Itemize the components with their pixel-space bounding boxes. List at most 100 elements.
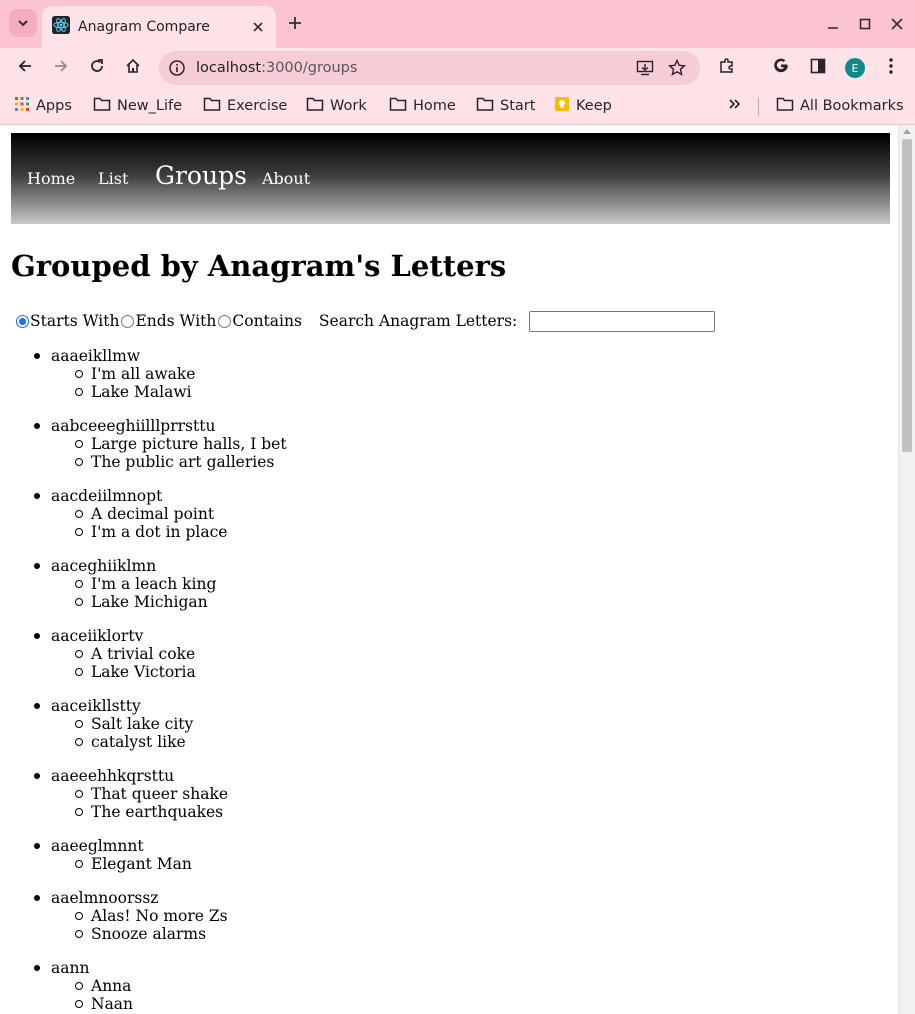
folder-icon [306, 96, 324, 116]
anagram-word-list: A decimal point I'm a dot in place [51, 505, 287, 541]
anagram-word: Large picture halls, I bet [75, 435, 287, 453]
search-input[interactable] [529, 310, 716, 332]
profile-button[interactable]: E [843, 56, 867, 80]
minimize-icon [827, 15, 839, 34]
reload-button[interactable] [85, 56, 109, 80]
nav-about-link[interactable]: About [262, 169, 310, 188]
anagram-word: The earthquakes [75, 803, 287, 821]
kebab-menu-icon [888, 57, 894, 79]
bookmark-label: Start [500, 98, 536, 114]
page-viewport: Home List Groups About Grouped by Anagra… [0, 125, 915, 1014]
forward-button[interactable] [49, 56, 73, 80]
group-key: aaeeehhkqrsttu [51, 767, 175, 785]
maximize-button[interactable] [855, 14, 875, 34]
ends-with-radio[interactable] [121, 314, 135, 328]
install-app-icon[interactable] [636, 59, 654, 77]
group-key: aaelmnoorssz [51, 889, 159, 907]
starts-with-radio[interactable] [16, 314, 29, 328]
anagram-word: The public art galleries [75, 453, 287, 471]
anagram-word: I'm a dot in place [75, 523, 287, 541]
home-button[interactable] [121, 56, 145, 80]
folder-icon [203, 96, 221, 116]
new-tab-button[interactable] [284, 13, 306, 35]
scroll-up-arrow[interactable] [903, 129, 911, 134]
anagram-group: aaceghiiklmn I'm a leach king Lake Michiga… [34, 557, 287, 611]
anagram-word-list: Elegant Man [51, 855, 287, 873]
ends-with-label: Ends With [135, 312, 217, 330]
bookmark-apps[interactable]: Apps [14, 94, 72, 118]
anagram-group: aaeeehhkqrsttu That queer shake The earthq… [34, 767, 287, 821]
home-icon [125, 58, 141, 78]
side-panel-button[interactable] [806, 56, 830, 80]
nav-list-link[interactable]: List [98, 169, 128, 188]
address-bar[interactable]: localhost:3000/groups [159, 51, 700, 85]
anagram-group: aacdeiilmnopt A decimal point I'm a dot in… [34, 487, 287, 541]
anagram-group: aaelmnoorssz Alas! No more Zs Snooze alarm… [34, 889, 287, 943]
search-label: Search Anagram Letters: [318, 312, 518, 330]
anagram-word-list: That queer shake The earthquakes [51, 785, 287, 821]
site-nav: Home List Groups About [11, 133, 890, 224]
scroll-thumb[interactable] [902, 139, 912, 452]
url-text: localhost:3000/groups [196, 60, 636, 76]
bookmark-label: All Bookmarks [800, 98, 904, 114]
bookmark-home[interactable]: Home [389, 94, 456, 118]
anagram-group: aaeeglmnnt Elegant Man [34, 837, 287, 873]
contains-label: Contains [232, 312, 302, 330]
nav-groups-link[interactable]: Groups [155, 161, 247, 190]
page-title: Grouped by Anagram's Letters [11, 249, 507, 283]
all-bookmarks-button[interactable]: All Bookmarks [776, 94, 904, 118]
anagram-group: aaaeikllmw I'm all awake Lake Malawi [34, 347, 287, 401]
anagram-group: aabceeeghiilllprrsttu Large picture halls… [34, 417, 287, 471]
puzzle-icon [718, 57, 736, 79]
anagram-word: Salt lake city [75, 715, 287, 733]
bookmarks-divider [758, 98, 759, 116]
anagram-word-list: Alas! No more Zs Snooze alarms [51, 907, 287, 943]
menu-button[interactable] [879, 56, 903, 80]
anagram-word-list: I'm all awake Lake Malawi [51, 365, 287, 401]
browser-chrome: Anagram Compare localhost:3000/groups E … [0, 0, 915, 125]
arrow-left-icon [17, 58, 33, 78]
anagram-word: A trivial coke [75, 645, 287, 663]
bookmark-new-life[interactable]: New_Life [93, 94, 182, 118]
bookmarks-bar: Apps New_Life Exercise Work Home Start K… [0, 88, 915, 125]
folder-icon [476, 96, 494, 116]
double-chevron-right-icon [728, 97, 742, 115]
anagram-group: aaceikllstty Salt lake city catalyst like [34, 697, 287, 751]
bookmark-start[interactable]: Start [476, 94, 535, 118]
group-key: aann [51, 959, 90, 977]
group-key: aaceghiiklmn [51, 557, 157, 575]
anagram-word-list: Salt lake city catalyst like [51, 715, 287, 751]
bookmark-keep[interactable]: Keep [554, 94, 612, 118]
anagram-word: I'm a leach king [75, 575, 287, 593]
arrow-right-icon [53, 58, 69, 78]
more-bookmarks-button[interactable] [728, 94, 742, 118]
site-info-icon[interactable] [168, 59, 186, 77]
bookmark-exercise[interactable]: Exercise [203, 94, 287, 118]
bookmark-work[interactable]: Work [306, 94, 367, 118]
bookmark-label: Exercise [227, 98, 288, 114]
anagram-word: Lake Victoria [75, 663, 287, 681]
anagram-group: aaceiiklortv A trivial coke Lake Victoria [34, 627, 287, 681]
bookmark-star-icon[interactable] [668, 59, 686, 77]
tab-title: Anagram Compare [78, 19, 210, 35]
contains-radio[interactable] [218, 314, 232, 328]
back-button[interactable] [13, 56, 37, 80]
anagram-word-list: A trivial coke Lake Victoria [51, 645, 287, 681]
nav-home-link[interactable]: Home [27, 169, 75, 188]
anagram-word: Elegant Man [75, 855, 287, 873]
anagram-word: I'm all awake [75, 365, 287, 383]
page-scrollbar[interactable] [898, 125, 915, 1014]
starts-with-label: Starts With [30, 312, 120, 330]
close-window-button[interactable] [887, 14, 907, 34]
tab-strip: Anagram Compare [0, 0, 915, 48]
tab-search-button[interactable] [9, 9, 37, 37]
extensions-button[interactable] [715, 56, 739, 80]
minimize-button[interactable] [823, 14, 843, 34]
active-tab[interactable]: Anagram Compare [42, 6, 276, 48]
google-button[interactable] [769, 56, 793, 80]
bookmark-label: Keep [576, 98, 612, 114]
react-logo-icon [52, 16, 70, 38]
close-tab-icon[interactable] [250, 19, 266, 35]
bookmark-label: Work [330, 98, 367, 114]
group-key: aacdeiilmnopt [51, 487, 163, 505]
